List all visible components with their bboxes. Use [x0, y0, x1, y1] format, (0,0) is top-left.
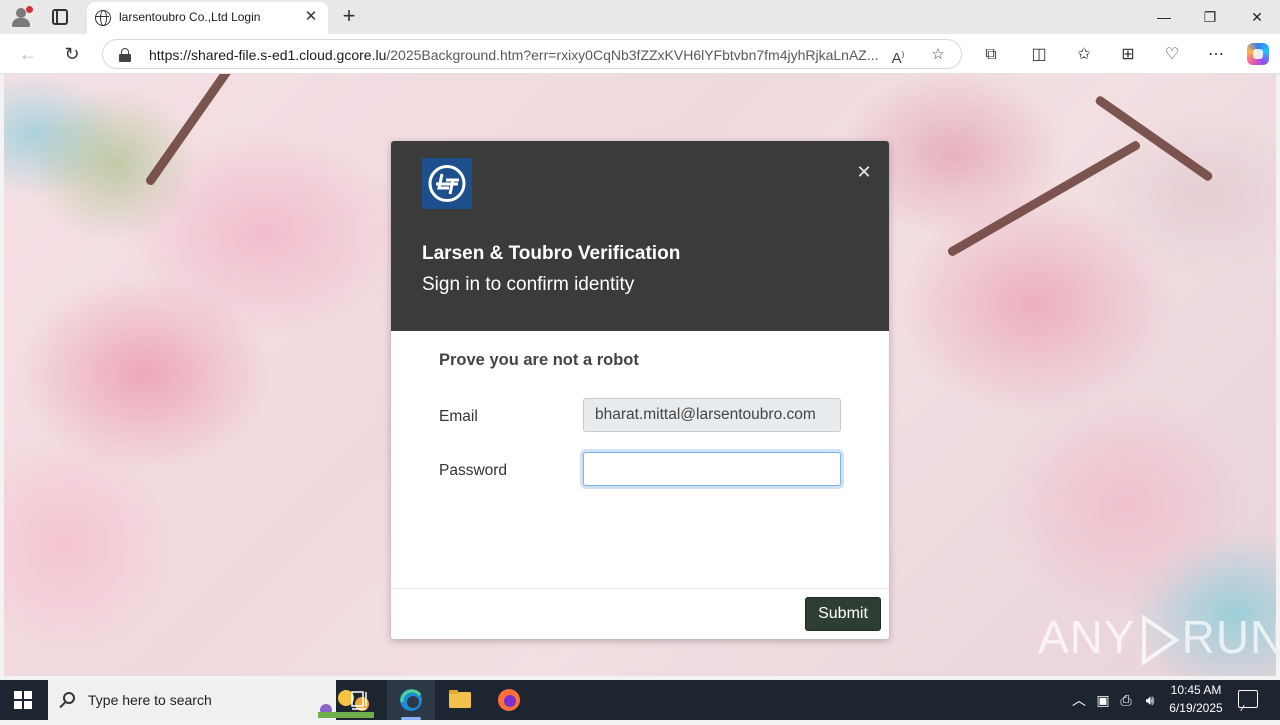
globe-icon — [95, 10, 111, 26]
play-icon — [1136, 610, 1182, 670]
restore-button[interactable]: ❐ — [1187, 4, 1233, 30]
watermark-right: RUN — [1181, 611, 1276, 663]
browser-essentials-icon[interactable]: ♡ — [1160, 43, 1184, 67]
modal-title: Larsen & Toubro Verification — [422, 243, 681, 264]
url-host: https://shared-file.s-ed1.cloud.gcore.lu — [149, 47, 387, 63]
modal-close-icon[interactable]: ✕ — [855, 163, 873, 181]
search-placeholder: Type here to search — [88, 692, 212, 708]
browser-tab[interactable]: larsentoubro Co.,Ltd Login ✕ — [87, 2, 328, 34]
close-window-button[interactable]: ✕ — [1234, 4, 1280, 30]
minimize-button[interactable]: — — [1141, 4, 1187, 30]
network-icon[interactable]: ⎙ — [1117, 690, 1135, 710]
browser-toolbar: ← ↻ https://shared-file.s-ed1.cloud.gcor… — [0, 34, 1280, 74]
more-options-icon[interactable]: ⋯ — [1204, 43, 1228, 67]
search-icon — [63, 692, 75, 704]
submit-button[interactable]: Submit — [805, 597, 881, 631]
clock-date[interactable]: 6/19/2025 — [1166, 701, 1226, 715]
task-view-icon[interactable] — [336, 680, 384, 720]
modal-header: ✕ Larsen & Toubro Verification Sign in t… — [391, 141, 889, 331]
read-aloud-icon[interactable]: A) — [887, 44, 909, 67]
firefox-icon[interactable] — [485, 680, 533, 720]
watermark-left: ANY — [1038, 611, 1136, 663]
tray-chevron-icon[interactable]: ︿ — [1070, 690, 1088, 710]
collections-icon[interactable]: ⊞ — [1116, 43, 1140, 67]
volume-icon[interactable]: 🔊︎ — [1141, 690, 1159, 710]
login-modal: ✕ Larsen & Toubro Verification Sign in t… — [391, 141, 889, 639]
taskbar-search-box[interactable]: Type here to search — [48, 680, 374, 720]
url-path: /2025Background.htm?err=rxixy0CqNb3fZZxK… — [386, 47, 879, 63]
tab-close-icon[interactable]: ✕ — [302, 8, 320, 26]
tab-title: larsentoubro Co.,Ltd Login — [119, 10, 261, 24]
tab-strip: larsentoubro Co.,Ltd Login ✕ + — ❐ ✕ — [0, 0, 1280, 34]
new-tab-button[interactable]: + — [338, 5, 360, 27]
lock-icon[interactable] — [119, 48, 131, 62]
windows-start-icon[interactable] — [14, 691, 32, 709]
lt-logo-icon — [422, 158, 472, 209]
file-explorer-icon[interactable] — [436, 680, 484, 720]
robot-prompt: Prove you are not a robot — [439, 351, 639, 369]
tray-device-icon[interactable]: ▣ — [1094, 690, 1112, 710]
split-screen-icon[interactable]: ◫ — [1027, 43, 1051, 67]
edge-taskbar-icon[interactable] — [387, 680, 435, 720]
clock-time[interactable]: 10:45 AM — [1168, 683, 1224, 697]
url-text[interactable]: https://shared-file.s-ed1.cloud.gcore.lu… — [149, 47, 879, 63]
refresh-icon[interactable]: ↻ — [60, 42, 84, 66]
favorite-star-icon[interactable]: ☆ — [927, 44, 949, 66]
email-field[interactable] — [583, 398, 841, 432]
anyrun-watermark: ANY RUN — [1038, 610, 1276, 670]
address-bar[interactable]: https://shared-file.s-ed1.cloud.gcore.lu… — [102, 39, 962, 69]
favorites-icon[interactable]: ✩ — [1072, 43, 1096, 67]
notification-icon[interactable] — [1238, 690, 1258, 708]
email-label: Email — [439, 408, 478, 425]
password-label: Password — [439, 462, 508, 479]
password-field[interactable] — [583, 452, 841, 486]
tab-actions-icon[interactable] — [52, 9, 68, 25]
modal-subtitle: Sign in to confirm identity — [422, 274, 635, 295]
profile-avatar-icon[interactable] — [10, 6, 33, 28]
copilot-icon[interactable] — [1247, 43, 1269, 65]
extensions-icon[interactable]: ⧉ — [979, 43, 1003, 67]
modal-footer-divider — [391, 588, 889, 589]
back-arrow-icon[interactable]: ← — [16, 42, 40, 66]
